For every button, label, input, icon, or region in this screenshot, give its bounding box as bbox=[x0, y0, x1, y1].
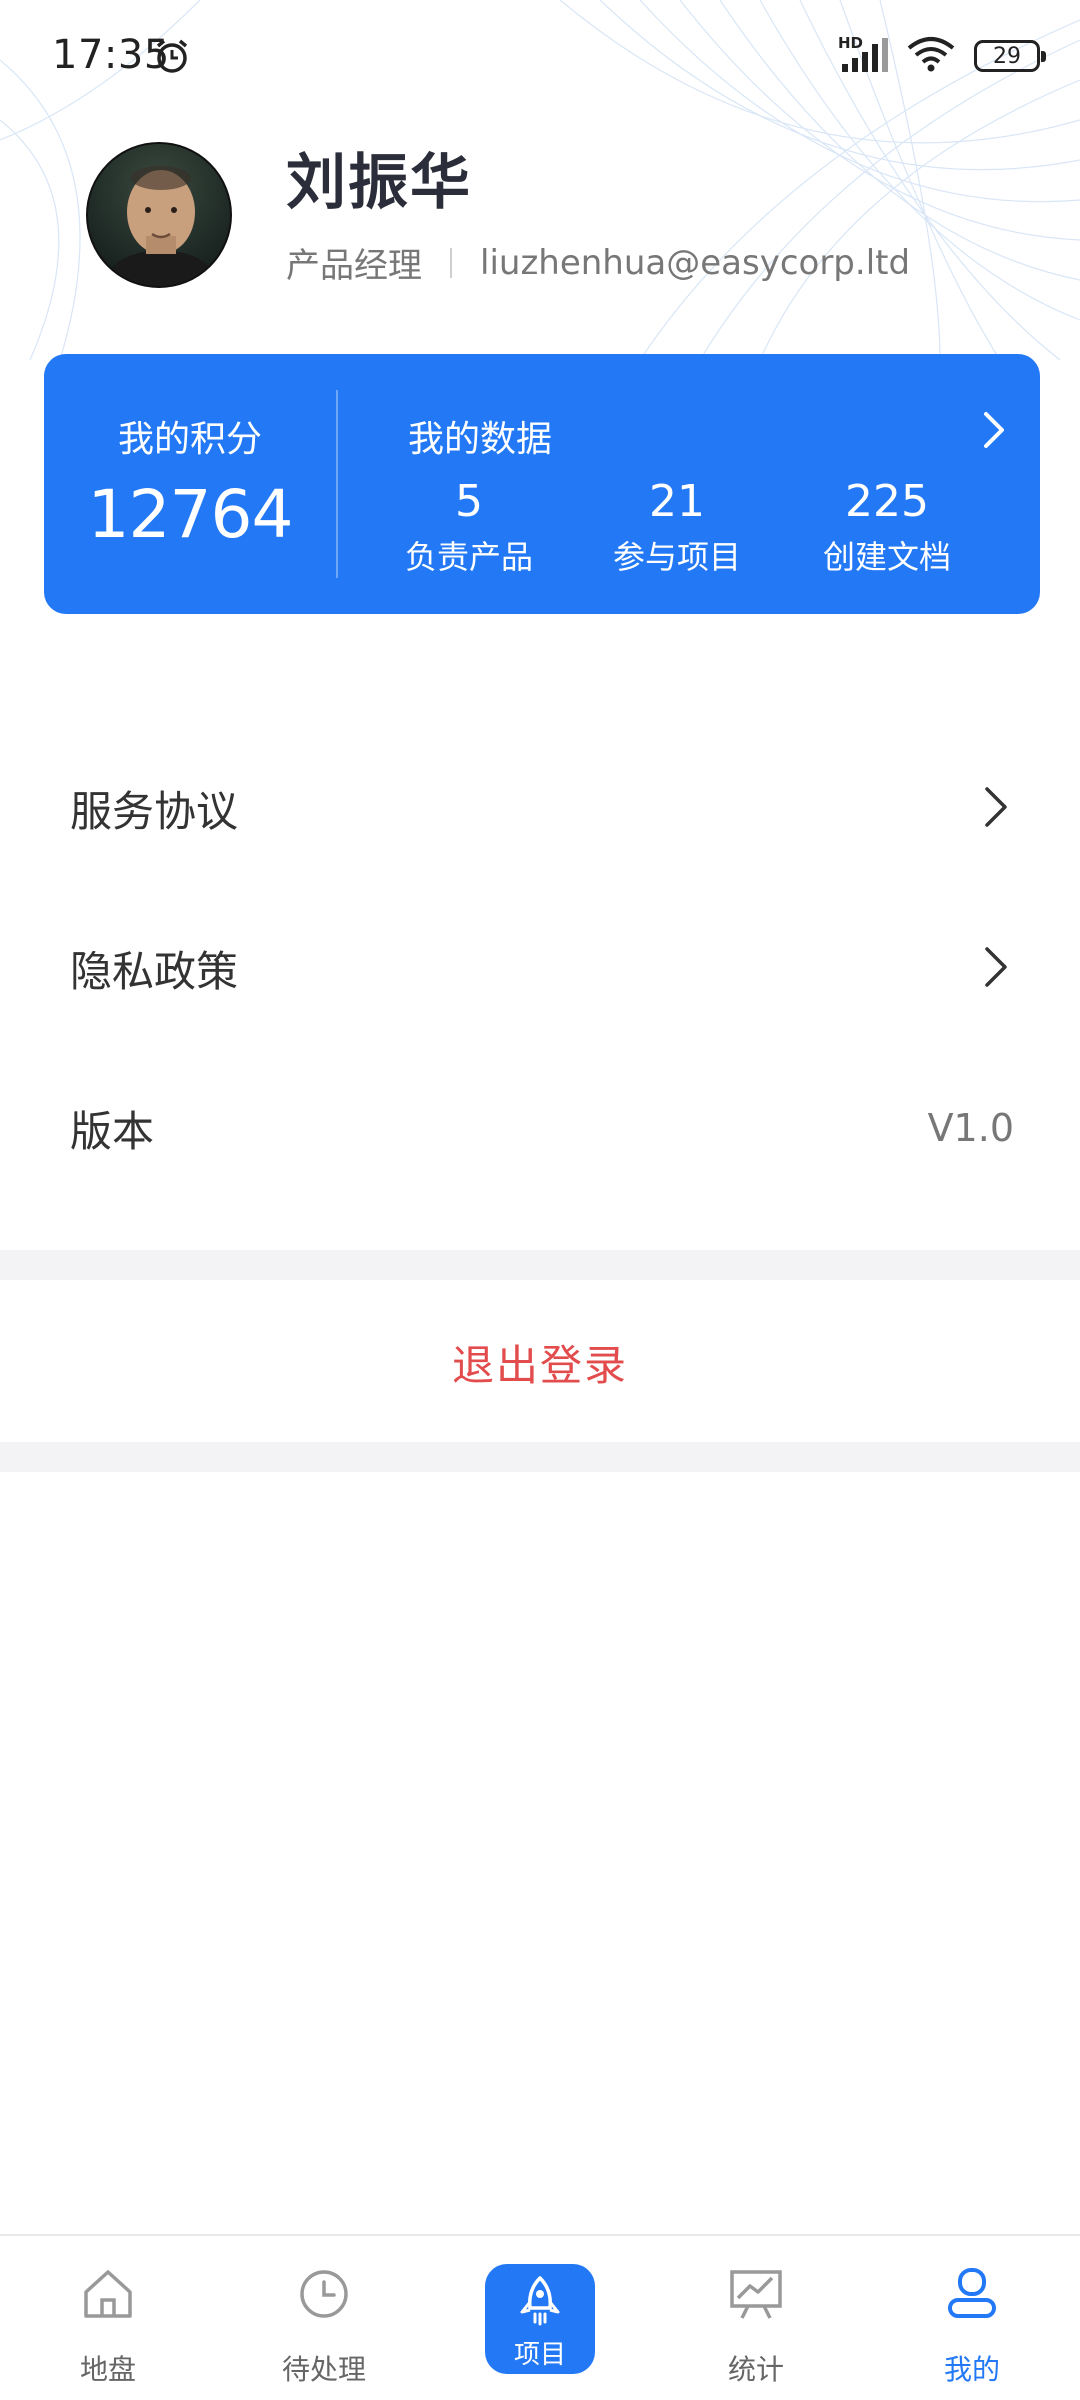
profile-name: 刘振华 bbox=[286, 148, 472, 218]
tab-label: 地盘 bbox=[79, 2353, 136, 2386]
stat-label: 负责产品 bbox=[404, 538, 533, 577]
bottom-tab-bar: 地盘 待处理 项目 统计 我的 bbox=[0, 2234, 1080, 2400]
chart-icon bbox=[726, 2266, 786, 2326]
divider bbox=[450, 247, 452, 278]
user-icon bbox=[942, 2266, 1002, 2326]
tab-label: 项目 bbox=[513, 2340, 566, 2370]
alarm-icon bbox=[152, 36, 192, 80]
logout-label: 退出登录 bbox=[451, 1340, 628, 1390]
chevron-right-icon[interactable] bbox=[982, 410, 1006, 454]
stat-projects[interactable]: 21 参与项目 bbox=[582, 476, 772, 578]
menu-label: 服务协议 bbox=[70, 786, 239, 836]
menu-item-service-agreement[interactable]: 服务协议 bbox=[0, 728, 1080, 888]
battery-level: 29 bbox=[993, 43, 1021, 69]
profile-subtitle: 产品经理 liuzhenhua@easycorp.ltd bbox=[286, 238, 910, 287]
menu-label: 隐私政策 bbox=[70, 946, 239, 996]
avatar[interactable] bbox=[86, 142, 232, 288]
status-indicators: HD 29 bbox=[838, 34, 1046, 78]
rocket-icon bbox=[515, 2274, 565, 2332]
stat-documents[interactable]: 225 创建文档 bbox=[792, 476, 982, 578]
tab-mine[interactable]: 我的 bbox=[864, 2236, 1080, 2400]
menu-label: 版本 bbox=[70, 1106, 155, 1156]
stat-value: 5 bbox=[455, 476, 483, 527]
chevron-right-icon bbox=[982, 944, 1010, 994]
tab-label: 待处理 bbox=[281, 2353, 366, 2386]
section-divider bbox=[0, 1250, 1080, 1280]
tab-projects[interactable]: 项目 bbox=[432, 2236, 648, 2400]
profile-role: 产品经理 bbox=[286, 246, 422, 286]
stat-value: 225 bbox=[845, 476, 929, 527]
logout-button[interactable]: 退出登录 bbox=[0, 1282, 1080, 1442]
tab-label: 统计 bbox=[727, 2353, 784, 2386]
wifi-icon bbox=[906, 34, 956, 78]
chevron-right-icon bbox=[982, 784, 1010, 834]
my-data-title: 我的数据 bbox=[408, 419, 553, 460]
menu-item-version: 版本 V1.0 bbox=[0, 1048, 1080, 1208]
card-divider bbox=[336, 390, 338, 578]
stat-products[interactable]: 5 负责产品 bbox=[374, 476, 564, 578]
stat-value: 21 bbox=[649, 476, 705, 527]
status-bar: 17:35 HD 29 bbox=[0, 0, 1080, 110]
stats-card[interactable]: 我的积分 12764 我的数据 5 负责产品 21 参与项目 225 创建文档 bbox=[44, 354, 1040, 614]
points-label: 我的积分 bbox=[117, 419, 262, 460]
stat-label: 参与项目 bbox=[612, 538, 741, 577]
version-value: V1.0 bbox=[927, 1106, 1014, 1150]
tab-home[interactable]: 地盘 bbox=[0, 2236, 216, 2400]
profile-email: liuzhenhua@easycorp.ltd bbox=[480, 242, 911, 283]
points-section[interactable]: 我的积分 12764 bbox=[44, 354, 336, 614]
tab-statistics[interactable]: 统计 bbox=[648, 2236, 864, 2400]
home-icon bbox=[78, 2266, 138, 2326]
tab-label: 我的 bbox=[943, 2353, 1000, 2386]
menu-item-privacy-policy[interactable]: 隐私政策 bbox=[0, 888, 1080, 1048]
stat-label: 创建文档 bbox=[822, 538, 951, 577]
tab-pending[interactable]: 待处理 bbox=[216, 2236, 432, 2400]
signal-icon: HD bbox=[838, 36, 888, 76]
clock-icon bbox=[294, 2266, 354, 2326]
battery-icon: 29 bbox=[974, 40, 1046, 72]
section-divider bbox=[0, 1442, 1080, 1472]
points-value: 12764 bbox=[87, 476, 294, 553]
